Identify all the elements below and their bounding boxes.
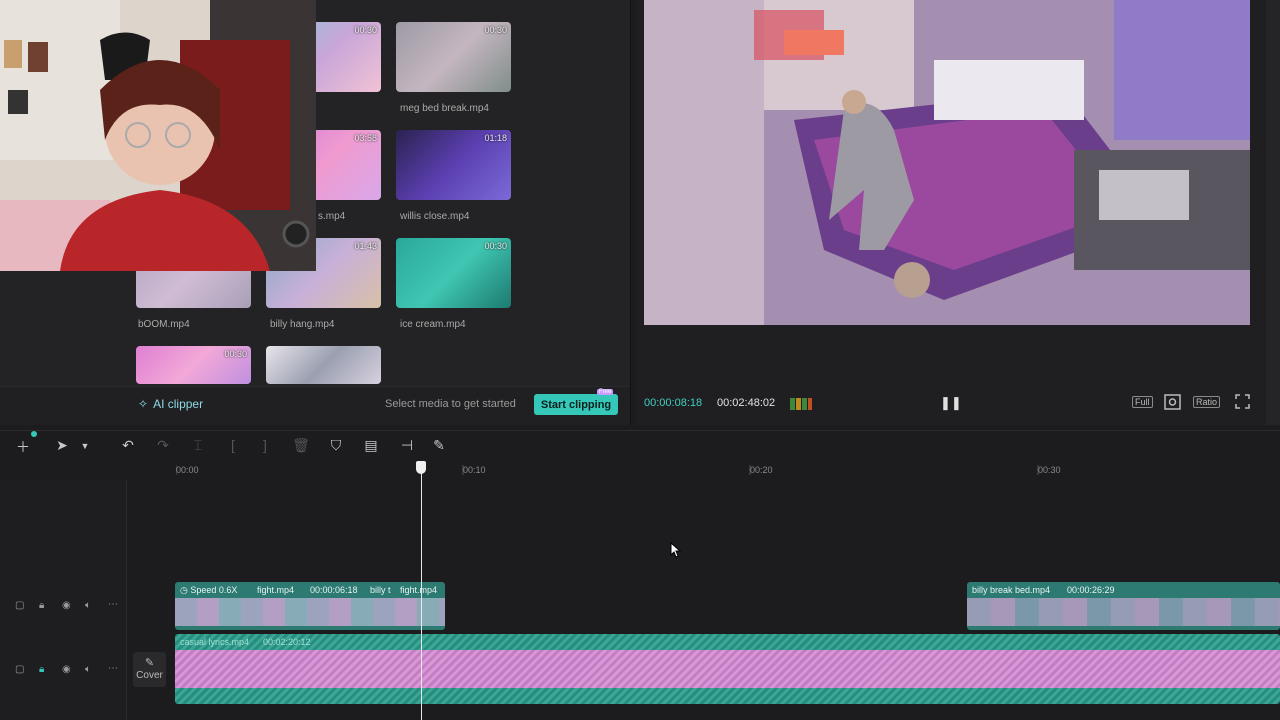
more-icon[interactable]: ⋯ (108, 663, 118, 674)
screenshot-icon[interactable] (1164, 394, 1181, 415)
more-icon[interactable]: ⋯ (108, 599, 118, 610)
eye-icon[interactable]: ◉ (62, 664, 71, 675)
clip-duration: 00:02:20:12 (263, 637, 311, 647)
auto-edit-icon[interactable]: ✎ (430, 437, 448, 454)
media-thumbnail[interactable] (266, 346, 381, 384)
start-clipping-button[interactable]: Start clipping (534, 394, 618, 415)
clip-name: fight.mp4 (400, 585, 438, 595)
redo-icon[interactable]: ↷ (154, 437, 172, 454)
freeze-icon[interactable]: ⊣ (398, 437, 416, 454)
lock-icon[interactable]: 🔒︎ (39, 664, 44, 675)
clip-name: fight.mp4 (257, 585, 295, 595)
undo-icon[interactable]: ↶ (119, 437, 137, 454)
current-time: 00:00:08:18 (644, 397, 703, 409)
pause-icon[interactable]: ❚❚ (940, 395, 962, 411)
ai-clipper-button[interactable]: ✧ AI clipper (138, 397, 203, 411)
full-button[interactable]: Full (1132, 396, 1153, 408)
playhead-handle[interactable] (416, 461, 426, 474)
thumbnail-name: willis close.mp4 (400, 211, 470, 222)
split-right-icon[interactable]: ] (256, 437, 274, 453)
speed-label: ◷ Speed 0.6X (180, 585, 238, 595)
right-panel-edge (1266, 0, 1280, 425)
media-thumbnail[interactable]: 00:30 (136, 346, 251, 384)
free-badge: Free (597, 389, 614, 395)
marker-icon[interactable]: ⛉ (327, 437, 345, 454)
lock-icon[interactable]: 🔒︎ (39, 600, 44, 611)
speaker-icon[interactable]: 🔈︎ (85, 664, 91, 675)
ruler-ticks (176, 465, 1039, 475)
sparkle-icon: ✧ (138, 397, 149, 411)
pencil-icon: ✎ (144, 657, 155, 669)
speed-value: Speed 0.6X (190, 585, 238, 595)
add-icon[interactable]: ＋ (14, 437, 32, 457)
preview-video[interactable] (644, 0, 1250, 325)
split-icon[interactable]: ⌶ (189, 437, 207, 454)
ai-clipper-label: AI clipper (153, 397, 204, 411)
clip-duration: 00:00:26:29 (1067, 585, 1115, 595)
main-video-clip-casual-lyrics[interactable]: casual lyrics.mp4 00:02:20:12 (175, 634, 1280, 704)
thumbnail-name: meg bed break.mp4 (400, 103, 489, 114)
thumbnail-duration: 00:30 (484, 25, 507, 35)
clip-name: billy break bed.mp4 (972, 585, 1051, 595)
thumbnail-duration: 01:18 (484, 133, 507, 143)
playhead-line (421, 468, 422, 720)
media-thumbnail[interactable]: 01:18 (396, 130, 511, 200)
chevron-down-icon[interactable]: ▼ (76, 441, 94, 451)
track-thumbnail-icon[interactable]: ▢ (15, 664, 24, 675)
thumbnail-duration: 03:58 (354, 133, 377, 143)
clip-filmstrip (175, 650, 1280, 688)
cover-button[interactable]: ✎ Cover (133, 652, 166, 687)
select-media-hint: Select media to get started (385, 398, 516, 410)
cover-label: Cover (136, 670, 163, 681)
clip-name: billy t (370, 585, 391, 595)
select-cursor-icon[interactable]: ➤ (53, 437, 71, 454)
thumbnail-name: ice cream.mp4 (400, 319, 466, 330)
thumbnail-name: bOOM.mp4 (138, 319, 190, 330)
thumbnail-duration: 00:30 (354, 25, 377, 35)
webcam-overlay (0, 0, 316, 271)
video-clip-fight[interactable]: ◷ Speed 0.6X fight.mp4 00:00:06:18 billy… (175, 582, 445, 630)
caption-icon[interactable]: ▤ (362, 437, 380, 454)
total-time: 00:02:48:02 (717, 397, 776, 409)
thumbnail-duration: 00:30 (484, 241, 507, 251)
thumbnail-name: s.mp4 (318, 211, 346, 222)
clip-filmstrip (175, 598, 445, 626)
preview-frame-image (644, 0, 1250, 325)
webcam-image (0, 0, 316, 271)
split-left-icon[interactable]: [ (224, 437, 242, 453)
clip-duration: 00:00:06:18 (310, 585, 358, 595)
media-thumbnail[interactable]: 00:30 (396, 238, 511, 308)
ratio-button[interactable]: Ratio (1193, 396, 1221, 408)
mouse-cursor-icon (670, 541, 682, 563)
audio-meter-icon (790, 396, 812, 415)
eye-icon[interactable]: ◉ (62, 600, 71, 611)
speaker-icon[interactable]: 🔈︎ (85, 600, 91, 611)
thumbnail-duration: 01:43 (354, 241, 377, 251)
thumbnail-name: billy hang.mp4 (270, 319, 335, 330)
delete-icon[interactable]: 🗑 (292, 437, 310, 454)
track-thumbnail-icon[interactable]: ▢ (15, 600, 24, 611)
clip-name: casual lyrics.mp4 (180, 637, 250, 647)
thumbnail-duration: 00:30 (224, 349, 247, 359)
media-thumbnail[interactable]: 00:30 (396, 22, 511, 92)
video-clip-billy-break-bed[interactable]: billy break bed.mp4 00:00:26:29 (967, 582, 1280, 630)
clip-filmstrip (967, 598, 1280, 626)
fullscreen-icon[interactable] (1235, 394, 1250, 414)
